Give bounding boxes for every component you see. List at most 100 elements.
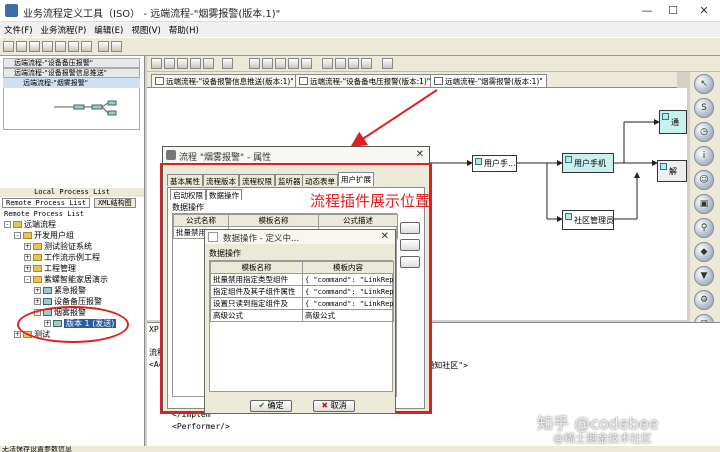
copy-icon[interactable]: [55, 41, 66, 52]
node-notify[interactable]: 通: [659, 110, 687, 134]
grid-icon[interactable]: [222, 58, 233, 69]
folder-icon: [13, 221, 22, 228]
window-title: 业务流程定义工具（ISO） - 远端流程-"烟雾报警(版本.1)": [23, 9, 281, 20]
refresh-icon[interactable]: [111, 41, 122, 52]
tab-voltage-alarm[interactable]: 远端流程-"设备备电压报警(版本:1)": [295, 74, 435, 87]
collapse-icon[interactable]: -: [4, 221, 11, 228]
share-tool-icon[interactable]: ⚲: [694, 218, 714, 238]
same-width-icon[interactable]: [348, 58, 359, 69]
select-icon[interactable]: [164, 58, 175, 69]
minimize-button[interactable]: —: [637, 3, 657, 18]
menu-help[interactable]: 帮助(H): [165, 22, 203, 36]
align-center-icon[interactable]: [262, 58, 273, 69]
process-icon: [43, 298, 52, 305]
ok-button[interactable]: ✔ 确定: [250, 400, 292, 412]
zoom-icon[interactable]: [203, 58, 214, 69]
thumbnail-selected[interactable]: 远端流程-"烟雾报警": [3, 78, 140, 88]
tree-item-project-mgmt[interactable]: + 工程管理: [24, 264, 76, 274]
document-tabs: 远端流程-"设备报警信息推送(版本:1)" 远端流程-"设备备电压报警(版本:1…: [147, 72, 677, 88]
user-tool-icon[interactable]: ☺: [694, 170, 714, 190]
menu-edit[interactable]: 编辑(E): [90, 22, 127, 36]
new-icon[interactable]: [3, 41, 14, 52]
collapse-icon[interactable]: -: [14, 232, 21, 239]
comment-icon[interactable]: [177, 58, 188, 69]
inner-dialog-close-button[interactable]: ✕: [381, 231, 389, 242]
thumbnail-tab-1[interactable]: 远端流程-"设备备压报警": [3, 58, 140, 68]
distribute-v-icon[interactable]: [335, 58, 346, 69]
save-icon[interactable]: [29, 41, 40, 52]
tree-root[interactable]: - 远端流程: [4, 220, 56, 230]
inner-group-label: 数据操作: [209, 249, 241, 258]
node-resolve[interactable]: 解: [657, 160, 687, 182]
expand-icon[interactable]: +: [24, 243, 31, 250]
table-row[interactable]: 设置只读到指定组件及{ "command": "LinkRepo...: [210, 297, 394, 310]
code-line-performer: <Performer/>: [172, 422, 230, 431]
folder-icon: [33, 265, 42, 272]
menu-bar: 文件(F) 业务流程(P) 编辑(E) 视图(V) 帮助(H): [0, 22, 720, 37]
timer-tool-icon[interactable]: ◷: [694, 122, 714, 142]
tree-item-dev-group[interactable]: - 开发用户组: [14, 231, 74, 241]
table-row[interactable]: 高级公式 高级公式: [210, 309, 394, 322]
cross-icon: ✖: [321, 401, 329, 410]
table-row[interactable]: 批量禁用指定类型组件{ "command": "LinkRepo...: [210, 273, 394, 286]
menu-process[interactable]: 业务流程(P): [37, 22, 91, 36]
expand-icon[interactable]: +: [14, 331, 21, 338]
align-bottom-icon[interactable]: [301, 58, 312, 69]
start-tool-icon[interactable]: S: [694, 98, 714, 118]
pointer-tool-icon[interactable]: ↖: [694, 74, 714, 94]
expand-icon[interactable]: +: [24, 254, 31, 261]
subprocess-tool-icon[interactable]: ▣: [694, 194, 714, 214]
node-user-phone-b[interactable]: 用户手机: [562, 153, 614, 173]
menu-view[interactable]: 视图(V): [127, 22, 164, 36]
user-task-icon: [565, 156, 572, 163]
close-button[interactable]: ✕: [694, 3, 714, 18]
collapse-icon[interactable]: -: [24, 276, 31, 283]
menu-file[interactable]: 文件(F): [0, 22, 37, 36]
watermark-secondary: @稀土掘金技术社区: [553, 432, 652, 445]
cut-icon[interactable]: [42, 41, 53, 52]
dialog-close-button[interactable]: ✕: [416, 149, 424, 160]
node-community-admin[interactable]: 社区管理员: [562, 210, 614, 230]
align-top-icon[interactable]: [288, 58, 299, 69]
data-operation-dialog: 数据操作 - 定义中... ✕ 数据操作 模板名称 模板内容 批量禁用指定类型组…: [204, 229, 396, 414]
align-left-icon[interactable]: [249, 58, 260, 69]
canvas-toolbar: [147, 56, 720, 72]
node-user-phone-a[interactable]: 用户手...: [472, 155, 517, 172]
open-icon[interactable]: [16, 41, 27, 52]
properties-icon[interactable]: [98, 41, 109, 52]
tree-item-test-system[interactable]: + 测试验证系统: [24, 242, 92, 252]
expand-icon[interactable]: +: [34, 298, 41, 305]
annotation-text: 流程插件展示位置: [310, 192, 431, 210]
expand-icon[interactable]: +: [34, 287, 41, 294]
paste-icon[interactable]: [68, 41, 79, 52]
tree-item-workflow-examples[interactable]: + 工作流示例工程: [24, 253, 100, 263]
gear-tool-icon[interactable]: ⚙: [694, 290, 714, 310]
local-process-list-title: Local Process List: [0, 188, 144, 197]
template-list[interactable]: 模板名称 模板内容 批量禁用指定类型组件{ "command": "LinkRe…: [209, 260, 394, 392]
tab-smoke-alarm[interactable]: 远端流程-"烟雾报警(版本:1)": [430, 74, 547, 87]
layout-icon[interactable]: [382, 58, 393, 69]
delete-icon[interactable]: [81, 41, 92, 52]
undo-icon[interactable]: [151, 58, 162, 69]
align-right-icon[interactable]: [275, 58, 286, 69]
process-icon: [434, 77, 443, 85]
tab-remote-process-list[interactable]: Remote Process List: [2, 198, 91, 208]
dialog-icon: [166, 150, 176, 160]
route-tool-icon[interactable]: ◆: [694, 242, 714, 262]
cancel-button[interactable]: ✖ 取消: [313, 400, 355, 412]
tree-item-emergency[interactable]: + 紧急报警: [34, 286, 86, 296]
template-header-row: 模板名称 模板内容: [210, 261, 394, 274]
tree-item-smart-home[interactable]: - 紫螺智能家居演示: [24, 275, 108, 285]
process-icon: [43, 287, 52, 294]
thumbnail-tab-2[interactable]: 远端流程-"设备报警信息推送": [3, 68, 140, 78]
same-height-icon[interactable]: [361, 58, 372, 69]
link-icon[interactable]: [190, 58, 201, 69]
tab-xml-structure[interactable]: XML结构图: [94, 198, 136, 208]
table-row[interactable]: 指定组件及其子组件属性{ "command": "LinkRepo...: [210, 285, 394, 298]
filter-tool-icon[interactable]: ▼: [694, 266, 714, 286]
maximize-button[interactable]: ☐: [663, 3, 683, 18]
distribute-h-icon[interactable]: [322, 58, 333, 69]
tab-device-alarm-push[interactable]: 远端流程-"设备报警信息推送(版本:1)": [151, 74, 298, 87]
info-tool-icon[interactable]: i: [694, 146, 714, 166]
expand-icon[interactable]: +: [24, 265, 31, 272]
